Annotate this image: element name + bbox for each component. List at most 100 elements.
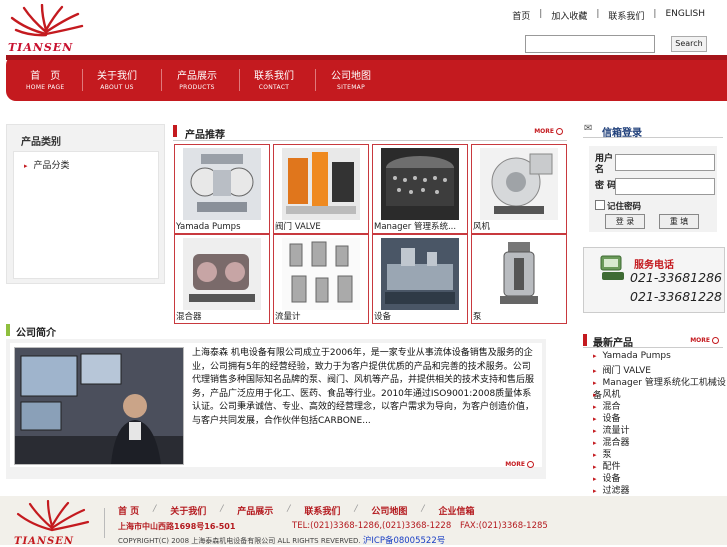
pump-image [183, 148, 261, 220]
nav-item-about[interactable]: 关于我们 ABOUT US [97, 67, 137, 91]
products-more-link[interactable]: MORE [534, 128, 563, 135]
copyright-text: COPYRIGHT(C) 2008 上海泰森机电设备有限公司 ALL RIGHT… [118, 537, 361, 545]
pump-cutaway-image [480, 238, 558, 310]
category-title: 产品类别 [21, 137, 61, 148]
product-caption: 阀门 VALVE [275, 222, 321, 232]
footer-logo-text: TIANSEN [14, 536, 75, 547]
bullet-arrow-icon: ▸ [593, 463, 597, 471]
intro-title: 公司简介 [16, 328, 56, 339]
footer-separator: / [354, 504, 358, 514]
bullet-arrow-icon: ▸ [593, 403, 597, 411]
nav-item-sitemap[interactable]: 公司地图 SITEMAP [331, 67, 371, 91]
search-input[interactable] [525, 35, 655, 53]
footer-link-contact[interactable]: 联系我们 [304, 504, 340, 517]
login-button[interactable]: 登 录 [605, 214, 645, 229]
bullet-arrow-icon: ▸ [593, 367, 597, 375]
intro-panel: 上海泰森 机电设备有限公司成立于2006年，是一家专业从事流体设备销售及服务的企… [6, 339, 546, 479]
nav-label: 产品展示 [177, 71, 217, 82]
product-card-pump[interactable]: Yamada Pumps [174, 144, 270, 234]
top-links: 首页 | 加入收藏 | 联系我们 | ENGLISH [512, 9, 705, 22]
more-label: MORE [534, 128, 554, 135]
bullet-arrow-icon: ▸ [593, 439, 597, 447]
username-field[interactable] [615, 154, 715, 171]
product-caption: 风机 [473, 222, 491, 232]
new-products-more-link[interactable]: MORE [690, 337, 719, 344]
product-caption: 流量计 [275, 312, 301, 322]
nav-label: 联系我们 [254, 71, 294, 82]
footer-separator: / [220, 504, 224, 514]
footer-separator: / [287, 504, 291, 514]
site-logo[interactable]: TIANSEN [6, 3, 86, 54]
product-card-mixer[interactable]: 混合器 [174, 234, 270, 324]
fan-image [480, 148, 558, 220]
more-circle-icon [712, 337, 719, 344]
product-card-manager[interactable]: Manager 管理系统... [372, 144, 468, 234]
bullet-arrow-icon: ▸ [593, 379, 597, 387]
product-card-fan[interactable]: 风机 [471, 144, 567, 234]
bullet-arrow-icon: ▸ [593, 487, 597, 495]
top-link-home[interactable]: 首页 [512, 9, 530, 22]
password-field[interactable] [615, 178, 715, 195]
nav-divider [161, 69, 162, 91]
mail-header: ✉ 信箱登录 [583, 123, 723, 139]
top-link-bookmark[interactable]: 加入收藏 [551, 9, 587, 22]
nav-item-contact[interactable]: 联系我们 CONTACT [254, 67, 294, 91]
footer-link-mail[interactable]: 企业信箱 [438, 504, 474, 517]
nav-divider [239, 69, 240, 91]
password-label: 密 码 [595, 181, 617, 191]
footer-link-products[interactable]: 产品展示 [237, 504, 273, 517]
top-link-english[interactable]: ENGLISH [665, 9, 705, 22]
more-circle-icon [556, 128, 563, 135]
mail-login-form: 用户名 密 码 记住密码 登 录 重 填 [589, 146, 717, 232]
intro-more-link[interactable]: MORE [505, 461, 534, 468]
footer-tel: TEL:(021)3368-1286,(021)3368-1228 [292, 521, 452, 531]
footer-copyright: COPYRIGHT(C) 2008 上海泰森机电设备有限公司 ALL RIGHT… [118, 534, 445, 546]
product-caption: Manager 管理系统... [374, 222, 457, 232]
company-photo [14, 347, 184, 465]
logo-sunburst-icon [10, 3, 84, 37]
new-product-label: 过滤器 [602, 486, 630, 496]
bullet-arrow-icon: ▸ [593, 427, 597, 435]
footer-separator: / [421, 504, 425, 514]
top-link-contact[interactable]: 联系我们 [608, 9, 644, 22]
product-caption: Yamada Pumps [176, 222, 241, 232]
new-product-label: Yamada Pumps [602, 351, 671, 361]
footer-link-about[interactable]: 关于我们 [170, 504, 206, 517]
product-card-valve[interactable]: 阀门 VALVE [273, 144, 369, 234]
product-card-flowmeter[interactable]: 流量计 [273, 234, 369, 324]
bullet-arrow-icon: ▸ [593, 451, 597, 459]
section-bar-icon [6, 324, 10, 336]
nav-item-home[interactable]: 首 页 HOME PAGE [26, 67, 64, 91]
service-title: 服务电话 [634, 260, 674, 271]
intro-text: 上海泰森 机电设备有限公司成立于2006年，是一家专业从事流体设备销售及服务的企… [192, 348, 535, 426]
category-item-label: 产品分类 [33, 161, 70, 171]
section-bar-icon [173, 125, 177, 137]
service-phone-panel: 服务电话 021-33681286 021-33681228 [583, 247, 725, 313]
bullet-arrow-icon: ▸ [593, 415, 597, 423]
reset-button[interactable]: 重 填 [659, 214, 699, 229]
product-caption: 泵 [473, 312, 482, 322]
remember-label: 记住密码 [607, 202, 642, 212]
footer-link-sitemap[interactable]: 公司地图 [371, 504, 407, 517]
remember-checkbox[interactable] [595, 200, 605, 210]
flowmeter-image [282, 238, 360, 310]
search-button[interactable]: Search [671, 36, 707, 52]
nav-label: 首 页 [30, 71, 61, 82]
more-label: MORE [690, 337, 710, 344]
category-item[interactable]: ▸ 产品分类 [24, 158, 70, 171]
top-link-separator: | [539, 9, 543, 19]
new-product-item[interactable]: ▸ 过滤器 [593, 483, 630, 496]
nav-sublabel: SITEMAP [336, 84, 366, 91]
mixer-image [183, 238, 261, 310]
footer-link-home[interactable]: 首 页 [118, 504, 139, 517]
valve-image [282, 148, 360, 220]
product-card-pump-2[interactable]: 泵 [471, 234, 567, 324]
footer-nav: 首 页 / 关于我们 / 产品展示 / 联系我们 / 公司地图 / 企业信箱 [118, 504, 474, 517]
intro-header: 公司简介 [6, 322, 546, 339]
footer-logo-sunburst-icon [16, 500, 90, 532]
username-label: 用户名 [595, 154, 614, 175]
nav-item-products[interactable]: 产品展示 PRODUCTS [177, 67, 217, 91]
nav-divider [82, 69, 83, 91]
product-card-equipment[interactable]: 设备 [372, 234, 468, 324]
new-product-item[interactable]: ▸ Yamada Pumps [593, 351, 671, 361]
